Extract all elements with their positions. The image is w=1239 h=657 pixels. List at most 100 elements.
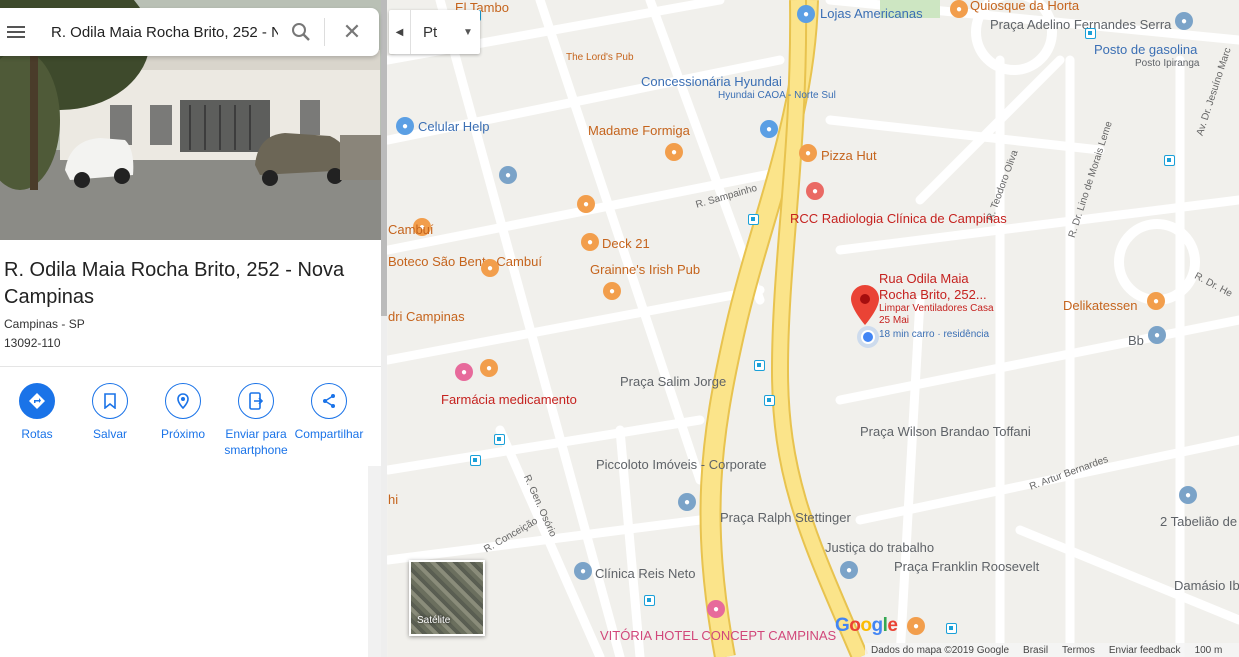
selected-location-pin-icon[interactable] [851, 285, 879, 325]
hotel-icon[interactable]: ● [707, 600, 725, 618]
poi-label[interactable]: Cambuí [388, 222, 434, 238]
poi-label[interactable]: Justiça do trabalho [825, 540, 934, 556]
bus-stop-icon[interactable] [754, 360, 765, 371]
restaurant-icon[interactable]: ● [1147, 292, 1165, 310]
hospital-icon[interactable]: ● [806, 182, 824, 200]
search-box[interactable]: R. Odila Maia Rocha Brito, 252 - Nova Ca… [0, 8, 379, 56]
gas-station-icon[interactable]: ● [1175, 12, 1193, 30]
nearby-button[interactable]: Próximo [146, 383, 220, 442]
poi-label[interactable]: Praça Adelino Fernandes Serra [990, 17, 1171, 33]
selected-pin-name[interactable]: Rocha Brito, 252... [879, 287, 987, 303]
language-control[interactable]: ◀ Pt ▼ [389, 10, 480, 54]
selected-pin-detail: 25 Mai [879, 315, 910, 326]
scrollbar-thumb[interactable] [381, 0, 387, 316]
poi-label[interactable]: Damásio Ibmec Onl [1174, 578, 1239, 594]
bus-stop-icon[interactable] [1164, 155, 1175, 166]
shopping-icon[interactable]: ● [797, 5, 815, 23]
search-icon[interactable] [278, 8, 324, 56]
terms-link[interactable]: Termos [1062, 645, 1095, 656]
place-postal-code: 13092-110 [4, 336, 61, 350]
poi-label[interactable]: Praça Salim Jorge [620, 374, 726, 390]
poi-label[interactable]: Madame Formiga [588, 123, 690, 139]
map-data-attribution: Dados do mapa ©2019 Google [871, 644, 1010, 656]
poi-label[interactable]: Praça Franklin Roosevelt [894, 559, 1039, 575]
pharmacy-icon[interactable]: ● [455, 363, 473, 381]
chevron-down-icon[interactable]: ▼ [456, 27, 480, 38]
bar-icon[interactable]: ● [577, 195, 595, 213]
poi-label[interactable]: 2 Tabelião de Campinas [1160, 514, 1239, 530]
poi-label[interactable]: Deck 21 [602, 236, 650, 252]
share-label: Compartilhar [294, 427, 364, 441]
business-icon[interactable]: ● [678, 493, 696, 511]
bus-stop-icon[interactable] [470, 455, 481, 466]
country-link[interactable]: Brasil [1023, 645, 1048, 656]
feedback-link[interactable]: Enviar feedback [1109, 645, 1181, 656]
place-city: Campinas - SP [4, 317, 85, 331]
panel-content-area [0, 466, 368, 657]
government-icon[interactable]: ● [840, 561, 858, 579]
restaurant-icon[interactable]: ● [950, 0, 968, 18]
bus-stop-icon[interactable] [1085, 28, 1096, 39]
poi-label[interactable]: Praça Wilson Brandao Toffani [860, 424, 1031, 440]
satellite-label: Satélite [417, 615, 451, 626]
selected-pin-name[interactable]: Rua Odila Maia [879, 271, 969, 287]
school-icon[interactable]: ● [499, 166, 517, 184]
bus-stop-icon[interactable] [748, 214, 759, 225]
restaurant-icon[interactable]: ● [480, 359, 498, 377]
restaurant-icon[interactable]: ● [907, 617, 925, 635]
poi-label[interactable]: VITÓRIA HOTEL CONCEPT CAMPINAS [600, 628, 836, 644]
restaurant-icon[interactable]: ● [603, 282, 621, 300]
poi-label[interactable]: Bb [1128, 333, 1144, 349]
poi-label: Hyundai CAOA - Norte Sul [718, 90, 836, 101]
poi-label[interactable]: Clínica Reis Neto [595, 566, 695, 582]
menu-icon[interactable] [0, 8, 32, 56]
poi-label[interactable]: Delikatessen [1063, 298, 1137, 314]
restaurant-icon[interactable]: ● [799, 144, 817, 162]
poi-text: Praça Adelino Fernandes Serra [990, 17, 1172, 32]
bar-icon[interactable]: ● [481, 259, 499, 277]
poi-label[interactable]: Piccoloto Imóveis - Corporate [596, 457, 767, 473]
send-to-phone-label: Enviar para smartphone [224, 427, 288, 457]
poi-label[interactable]: hi [388, 492, 398, 508]
restaurant-icon[interactable]: ● [665, 143, 683, 161]
poi-label[interactable]: dri Campinas [388, 309, 465, 325]
collapse-panel-button[interactable]: ◀ [389, 10, 411, 54]
poi-label[interactable]: Concessionária Hyundai [641, 74, 782, 90]
bank-icon[interactable]: ● [1148, 326, 1166, 344]
car-dealer-icon[interactable]: ● [760, 120, 778, 138]
panel-scrollbar[interactable] [381, 0, 387, 657]
language-label[interactable]: Pt [411, 24, 456, 41]
poi-label[interactable]: Posto de gasolina [1094, 42, 1197, 58]
directions-icon [19, 383, 55, 419]
bar-icon[interactable]: ● [581, 233, 599, 251]
bus-stop-icon[interactable] [764, 395, 775, 406]
poi-label[interactable]: Praça Ralph Stettinger [720, 510, 851, 526]
bus-stop-icon[interactable] [644, 595, 655, 606]
share-button[interactable]: Compartilhar [292, 383, 366, 442]
my-location-dot [861, 330, 875, 344]
poi-label[interactable]: Boteco São Bento Cambuí [388, 254, 542, 270]
shop-icon[interactable]: ● [396, 117, 414, 135]
business-icon[interactable]: ● [1179, 486, 1197, 504]
search-input[interactable]: R. Odila Maia Rocha Brito, 252 - Nova Ca… [32, 24, 278, 41]
directions-button[interactable]: Rotas [0, 383, 74, 442]
poi-label[interactable]: Pizza Hut [821, 148, 877, 164]
poi-label[interactable]: Farmácia medicamento [441, 392, 577, 408]
bus-stop-icon[interactable] [494, 434, 505, 445]
close-icon[interactable]: ✕ [325, 8, 379, 56]
bus-stop-icon[interactable] [946, 623, 957, 634]
send-to-phone-button[interactable]: Enviar para smartphone [219, 383, 293, 458]
save-button[interactable]: Salvar [73, 383, 147, 442]
poi-label[interactable]: RCC Radiologia Clínica de Campinas [790, 211, 1007, 227]
poi-label[interactable]: Quiosque da Horta [970, 0, 1079, 14]
nearby-label: Próximo [160, 427, 205, 441]
poi-label[interactable]: Grainne's Irish Pub [590, 262, 700, 278]
poi-label[interactable]: Celular Help [418, 119, 490, 135]
poi-label[interactable]: The Lord's Pub [566, 52, 634, 64]
google-logo: Google [835, 615, 898, 636]
clinic-icon[interactable]: ● [574, 562, 592, 580]
map-footer: Dados do mapa ©2019 Google Brasil Termos… [865, 643, 1239, 657]
satellite-toggle[interactable]: Satélite [409, 560, 485, 636]
panel-scroll-track[interactable] [368, 466, 381, 657]
poi-label[interactable]: Lojas Americanas [820, 6, 923, 22]
